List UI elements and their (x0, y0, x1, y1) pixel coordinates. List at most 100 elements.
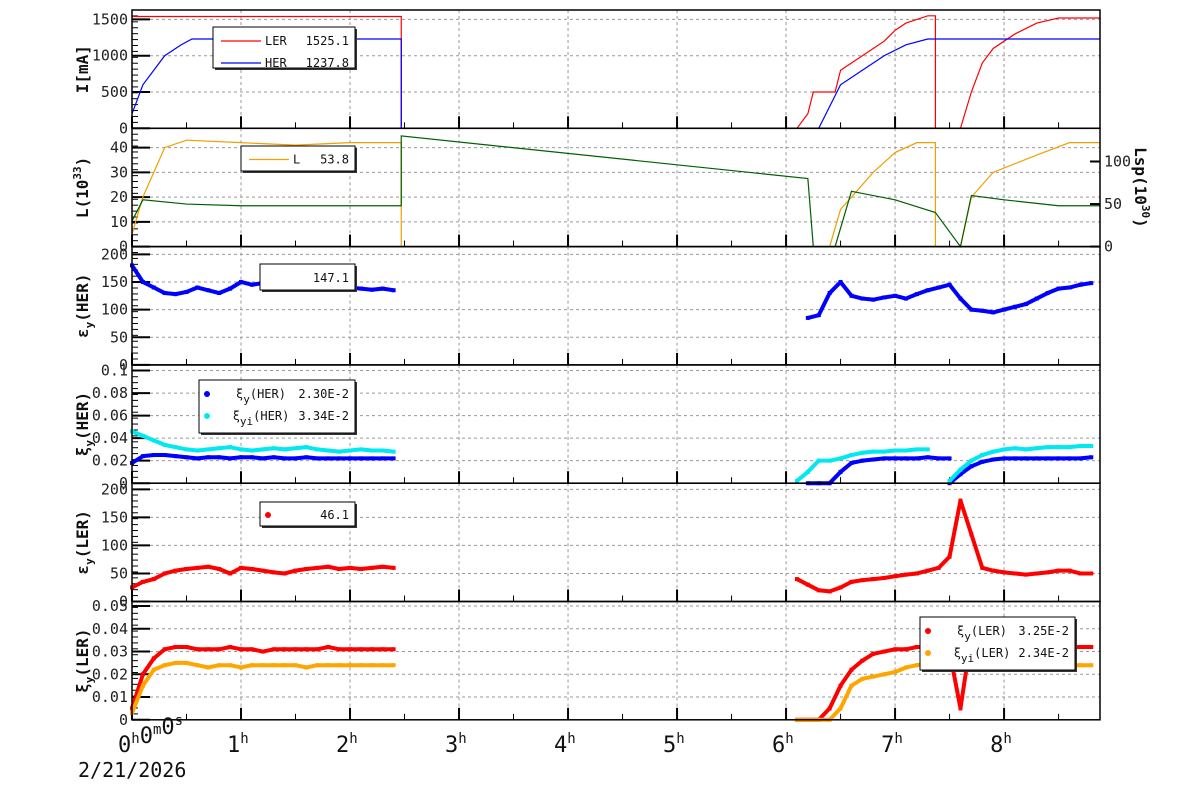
data-point (1089, 645, 1094, 649)
x-tick-label: 3h (445, 731, 467, 758)
data-point (140, 579, 145, 584)
data-point (293, 568, 298, 573)
data-point (838, 683, 843, 688)
x-tick-label: 8h (990, 731, 1012, 758)
data-point (348, 647, 353, 652)
data-point (805, 315, 810, 320)
data-point (914, 292, 919, 297)
data-point (162, 663, 167, 668)
data-point (249, 448, 254, 453)
data-point (239, 665, 244, 670)
panel-frame (131, 482, 1101, 603)
data-point (369, 565, 374, 570)
data-point (860, 296, 865, 301)
series-band (948, 444, 1092, 483)
data-point (391, 565, 396, 570)
data-point (947, 282, 952, 287)
data-point (195, 647, 200, 652)
data-point (162, 453, 167, 458)
data-point (358, 447, 363, 452)
legend: ξy(HER) 2.30E-2ξyi(HER) 3.34E-2 (198, 379, 357, 435)
data-point (893, 670, 898, 675)
data-point (337, 647, 342, 652)
data-point (1023, 572, 1028, 577)
y-tick-label: 0.1 (101, 362, 128, 380)
data-point (217, 647, 222, 652)
right-y-tick-label: 100 (1104, 152, 1131, 170)
data-point (293, 456, 298, 461)
data-point (1002, 456, 1007, 461)
data-point (369, 448, 374, 453)
data-point (947, 456, 952, 461)
y-tick-label: 10 (110, 213, 128, 231)
data-point (1089, 571, 1094, 576)
legend-value: 3.25E-2 (1018, 624, 1069, 638)
right-y-axis-label: Lsp(1030) (1131, 147, 1152, 228)
data-point (871, 457, 876, 462)
data-point (969, 532, 974, 537)
data-point (838, 585, 843, 590)
data-point (140, 433, 145, 438)
data-point (348, 448, 353, 453)
legend-value: 2.34E-2 (1018, 646, 1069, 660)
data-point (304, 647, 309, 652)
y-tick-label: 0.04 (92, 429, 128, 447)
data-point (871, 674, 876, 679)
panel-emit-ler: 050100150200εy(LER) 46.1 (73, 480, 1101, 611)
data-point (249, 282, 254, 287)
data-point (337, 663, 342, 668)
data-point (893, 448, 898, 453)
data-point (882, 456, 887, 461)
data-point (1056, 568, 1061, 573)
y-tick-label: 50 (110, 564, 128, 582)
data-point (151, 285, 156, 290)
data-point (969, 458, 974, 463)
data-point (1067, 445, 1072, 450)
data-point (282, 447, 287, 452)
legend-series-name: LER (265, 34, 287, 48)
data-point (380, 286, 385, 291)
legend-value: 147.1 (313, 271, 349, 285)
data-point (369, 287, 374, 292)
data-point (162, 291, 167, 296)
data-point (260, 649, 265, 654)
data-point (217, 291, 222, 296)
data-point (358, 456, 363, 461)
data-point (348, 456, 353, 461)
data-point (980, 453, 985, 458)
data-point (903, 647, 908, 652)
data-point (903, 296, 908, 301)
y-tick-label: 0.05 (92, 597, 128, 615)
data-point (228, 571, 233, 576)
data-point (184, 645, 189, 649)
data-point (882, 649, 887, 654)
data-point (271, 570, 276, 575)
y-tick-label: 200 (101, 245, 128, 263)
data-point (958, 296, 963, 301)
data-point (1089, 455, 1094, 460)
data-point (827, 291, 832, 296)
data-point (380, 564, 385, 569)
legend-value: 46.1 (320, 508, 349, 522)
data-point (173, 645, 178, 649)
y-tick-label: 0 (119, 711, 128, 729)
y-tick-label: 200 (101, 480, 128, 498)
data-point (304, 566, 309, 571)
data-point (969, 307, 974, 312)
data-point (326, 645, 331, 649)
data-point (838, 456, 843, 461)
data-point (1078, 571, 1083, 576)
data-point (980, 459, 985, 464)
data-point (206, 665, 211, 670)
data-point (1045, 445, 1050, 450)
legend-value: 1237.8 (306, 56, 349, 70)
data-point (173, 292, 178, 297)
data-point (936, 285, 941, 290)
data-point (206, 447, 211, 452)
data-point (914, 663, 919, 668)
y-tick-label: 50 (110, 328, 128, 346)
data-point (849, 579, 854, 584)
data-point (1078, 663, 1083, 668)
data-point (1089, 444, 1094, 449)
right-y-tick-label: 50 (1104, 195, 1122, 213)
